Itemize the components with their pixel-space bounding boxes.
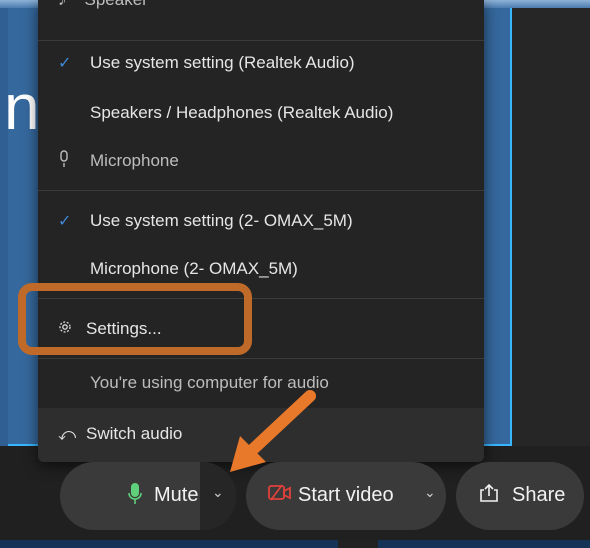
settings-highlight-box xyxy=(18,283,252,355)
check-icon: ✓ xyxy=(58,213,72,230)
microphone-option-label: Microphone (2- OMAX_5M) xyxy=(90,259,298,278)
microphone-option-omax[interactable]: Microphone (2- OMAX_5M) xyxy=(38,252,484,286)
chevron-down-icon[interactable]: ⌄ xyxy=(424,484,436,501)
speaker-header: ♪Speaker xyxy=(58,0,148,10)
menu-divider xyxy=(38,40,484,41)
switch-audio-label: Switch audio xyxy=(86,424,183,443)
menu-divider xyxy=(38,190,484,191)
share-icon xyxy=(478,483,500,509)
mute-label: Mute xyxy=(154,484,199,506)
pointer-arrow xyxy=(230,390,316,472)
microphone-option-system[interactable]: ✓ Use system setting (2- OMAX_5M) xyxy=(38,204,484,238)
speaker-icon: ♪ xyxy=(58,0,67,9)
share-label: Share xyxy=(512,484,566,506)
microphone-option-label: Use system setting (2- OMAX_5M) xyxy=(90,211,353,230)
bottom-strip xyxy=(0,540,590,548)
share-button[interactable]: Share xyxy=(456,462,584,530)
switch-audio-icon: ⤺ xyxy=(58,425,77,444)
speaker-option-label: Speakers / Headphones (Realtek Audio) xyxy=(90,103,394,122)
menu-divider xyxy=(38,358,484,359)
speaker-option-label: Use system setting (Realtek Audio) xyxy=(90,53,355,72)
microphone-icon xyxy=(58,149,70,173)
microphone-header: Microphone xyxy=(38,144,484,178)
microphone-icon xyxy=(128,482,142,512)
speaker-option-system[interactable]: ✓ Use system setting (Realtek Audio) xyxy=(38,46,484,80)
side-panel xyxy=(512,8,590,446)
check-icon: ✓ xyxy=(58,55,72,72)
microphone-header-label: Microphone xyxy=(90,151,179,170)
speaker-option-realtek[interactable]: Speakers / Headphones (Realtek Audio) xyxy=(38,96,484,130)
mute-button[interactable]: Mute ⌄ xyxy=(60,462,236,530)
